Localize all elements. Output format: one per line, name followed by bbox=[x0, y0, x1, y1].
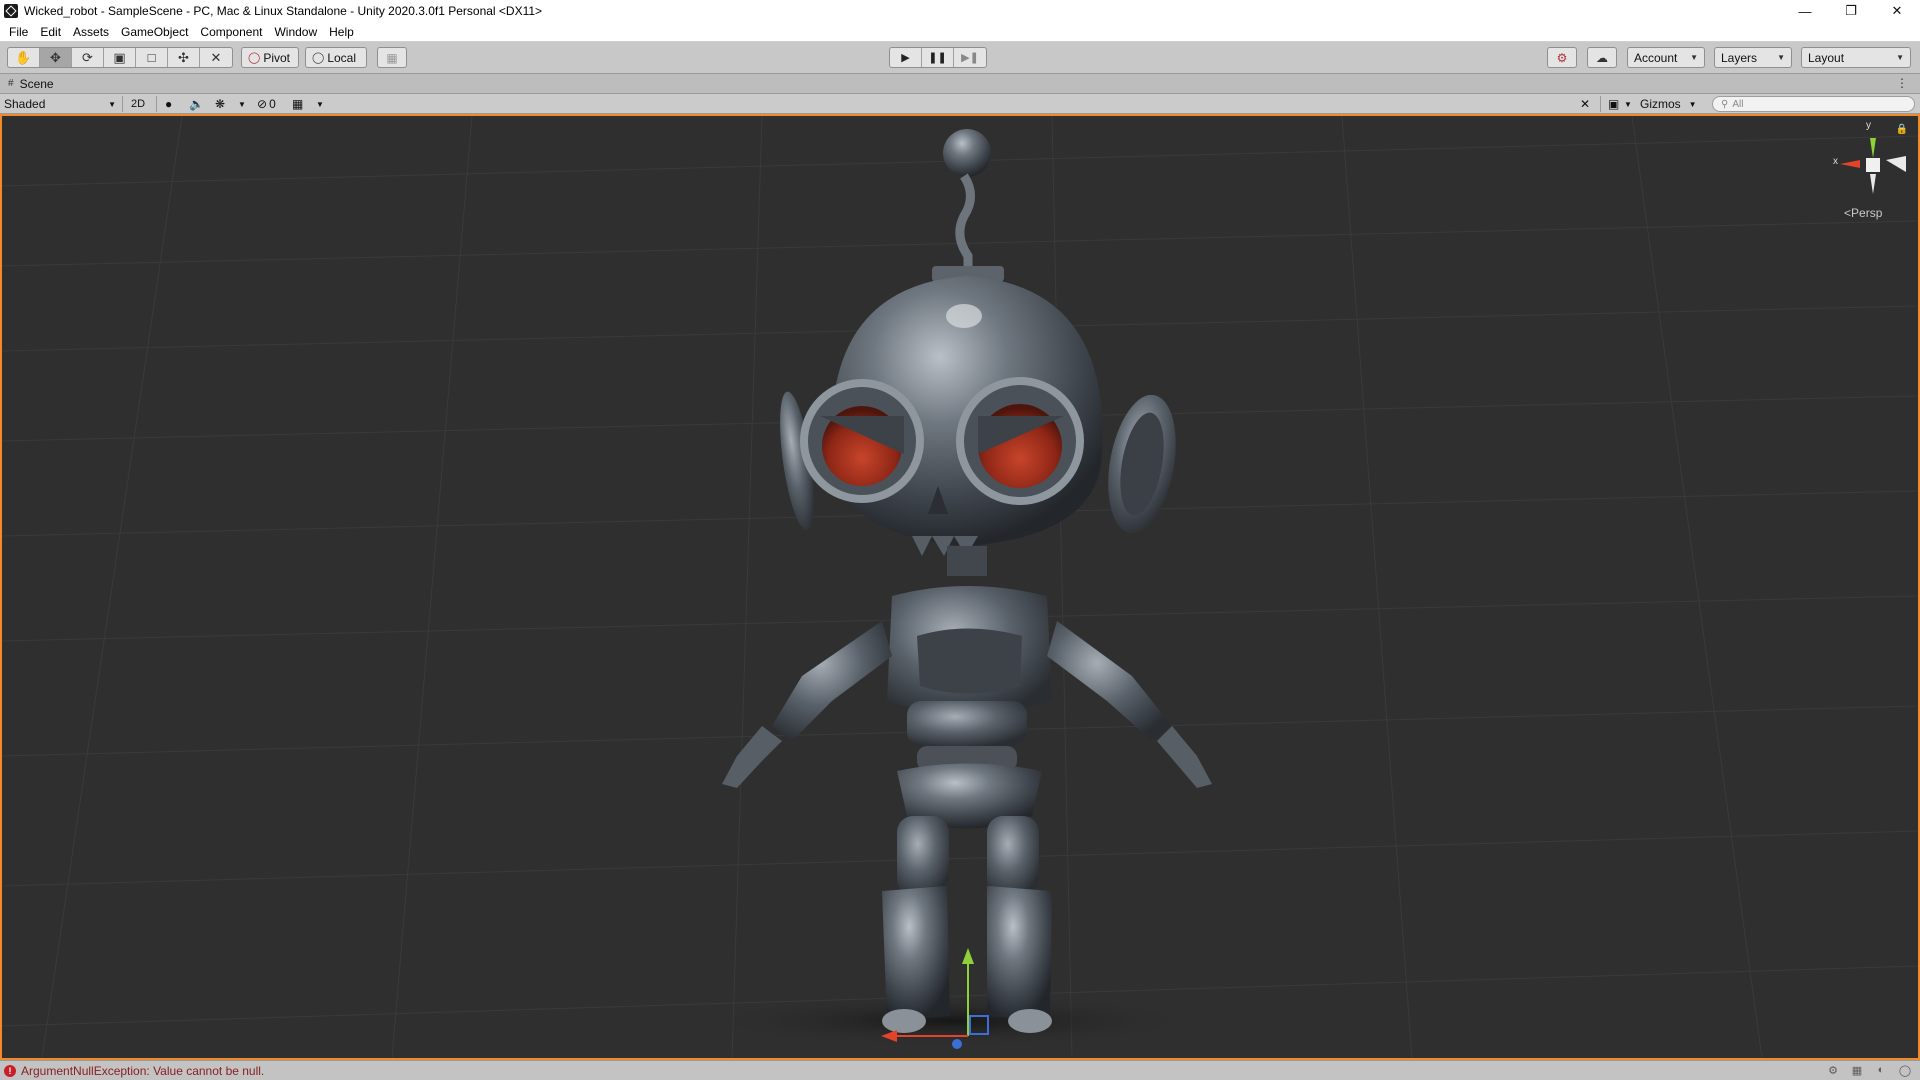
progress-icon[interactable]: ▦ bbox=[1850, 1063, 1864, 1077]
local-button[interactable]: ◯ Local bbox=[305, 47, 367, 68]
layout-label: Layout bbox=[1808, 50, 1845, 65]
shading-mode-label: Shaded bbox=[4, 97, 46, 111]
pivot-label: Pivot bbox=[263, 50, 290, 65]
rect-tool-icon[interactable]: □ bbox=[136, 48, 168, 67]
tab-scene-label: Scene bbox=[19, 76, 54, 91]
hidden-count: 0 bbox=[269, 97, 276, 111]
snap-increment-icon[interactable]: ▦ bbox=[377, 47, 407, 68]
chevron-down-icon: ▼ bbox=[1777, 53, 1785, 62]
shading-mode-dropdown[interactable]: Shaded ▼ bbox=[4, 95, 116, 113]
transform-tool-icon[interactable]: ✣ bbox=[168, 48, 200, 67]
tab-scene[interactable]: # Scene bbox=[0, 74, 62, 94]
layers-dropdown[interactable]: Layers ▼ bbox=[1714, 47, 1792, 68]
hand-tool-icon[interactable]: ✋ bbox=[8, 48, 40, 67]
unity-logo-icon bbox=[4, 4, 18, 18]
layout-dropdown[interactable]: Layout ▼ bbox=[1801, 47, 1911, 68]
local-label: Local bbox=[327, 50, 356, 65]
bug-icon[interactable]: ⚙ bbox=[1826, 1063, 1840, 1077]
main-toolbar: ✋ ✥ ⟳ ▣ □ ✣ ✕ ◯ Pivot ◯ Local ▦ ▶ ❚❚ ▶❚ … bbox=[0, 42, 1920, 74]
menu-window[interactable]: Window bbox=[268, 22, 323, 42]
error-icon: ! bbox=[4, 1064, 16, 1077]
eye-slash-icon: ⊘ bbox=[257, 97, 268, 111]
2d-label: 2D bbox=[131, 98, 146, 110]
status-icons: ⚙ ▦ ◐ ◯ bbox=[1826, 1063, 1912, 1077]
search-placeholder: All bbox=[1732, 98, 1744, 110]
search-icon: ⚲ bbox=[1721, 98, 1729, 110]
menu-component[interactable]: Component bbox=[194, 22, 268, 42]
scene-canvas bbox=[2, 116, 1918, 1058]
axis-y-label: y bbox=[1866, 120, 1871, 131]
auto-generate-lighting-icon[interactable]: ◐ bbox=[1874, 1063, 1888, 1077]
window-title: Wicked_robot - SampleScene - PC, Mac & L… bbox=[24, 4, 543, 18]
gizmos-label: Gizmos bbox=[1640, 97, 1681, 111]
divider bbox=[156, 96, 157, 112]
robot-model[interactable] bbox=[722, 129, 1212, 1033]
layers-label: Layers bbox=[1721, 50, 1758, 65]
chevron-left-icon: < bbox=[1844, 206, 1852, 220]
robot-shadow bbox=[702, 995, 1202, 1047]
scene-toolbar: Shaded ▼ 2D ● 🔈 ❋ ▼ ⊘ 0 ▦ ▼ ✕ ▣ ▼ Gizmos… bbox=[0, 94, 1920, 114]
scene-viewport[interactable]: y x 🔒 <Persp bbox=[0, 114, 1920, 1060]
scene-icon: # bbox=[8, 78, 14, 89]
menu-file[interactable]: File bbox=[3, 22, 34, 42]
custom-tool-icon[interactable]: ✕ bbox=[200, 48, 232, 67]
spinner-icon: ◯ bbox=[1898, 1064, 1912, 1077]
effects-toggle-icon[interactable]: ❋ bbox=[215, 95, 225, 113]
scene-tab-bar: # Scene ⋮ bbox=[0, 74, 1920, 94]
more-options-icon[interactable]: ⋮ bbox=[1896, 76, 1908, 90]
projection-label: Persp bbox=[1851, 206, 1883, 220]
2d-toggle-button[interactable]: 2D bbox=[131, 95, 145, 113]
axis-x-label: x bbox=[1833, 156, 1838, 167]
collab-icon[interactable]: ⚙ bbox=[1547, 47, 1577, 68]
playback-controls: ▶ ❚❚ ▶❚ bbox=[889, 47, 987, 68]
title-bar: Wicked_robot - SampleScene - PC, Mac & L… bbox=[0, 0, 1920, 22]
cloud-icon[interactable]: ☁ bbox=[1587, 47, 1617, 68]
window-controls: — ❐ ✕ bbox=[1782, 0, 1920, 22]
minimize-icon[interactable]: — bbox=[1782, 0, 1828, 22]
divider bbox=[122, 96, 123, 112]
lock-icon[interactable]: 🔒 bbox=[1896, 124, 1908, 135]
menu-gameobject[interactable]: GameObject bbox=[115, 22, 194, 42]
scene-search-input[interactable]: ⚲ All bbox=[1712, 96, 1915, 112]
grid-toggle-icon[interactable]: ▦ bbox=[292, 95, 303, 113]
chevron-down-icon: ▼ bbox=[1688, 99, 1697, 109]
menu-bar: File Edit Assets GameObject Component Wi… bbox=[0, 22, 1920, 42]
orientation-gizmo[interactable] bbox=[1840, 138, 1906, 194]
lighting-toggle-icon[interactable]: ● bbox=[165, 95, 172, 113]
scale-tool-icon[interactable]: ▣ bbox=[104, 48, 136, 67]
menu-assets[interactable]: Assets bbox=[67, 22, 115, 42]
pivot-icon: ◯ bbox=[248, 52, 261, 64]
audio-toggle-icon[interactable]: 🔈 bbox=[189, 95, 204, 113]
pause-icon[interactable]: ❚❚ bbox=[922, 48, 954, 67]
restore-icon[interactable]: ❐ bbox=[1828, 0, 1874, 22]
chevron-down-icon[interactable]: ▼ bbox=[1624, 95, 1632, 113]
chevron-down-icon: ▼ bbox=[108, 99, 116, 109]
pivot-button[interactable]: ◯ Pivot bbox=[241, 47, 299, 68]
chevron-down-icon[interactable]: ▼ bbox=[238, 95, 246, 113]
status-bar: ! ArgumentNullException: Value cannot be… bbox=[0, 1060, 1920, 1080]
account-dropdown[interactable]: Account ▼ bbox=[1627, 47, 1705, 68]
menu-edit[interactable]: Edit bbox=[34, 22, 67, 42]
divider bbox=[1600, 96, 1601, 112]
transform-tools: ✋ ✥ ⟳ ▣ □ ✣ ✕ bbox=[7, 47, 233, 68]
gizmos-dropdown[interactable]: Gizmos ▼ bbox=[1640, 95, 1697, 113]
step-icon[interactable]: ▶❚ bbox=[954, 48, 986, 67]
close-icon[interactable]: ✕ bbox=[1874, 0, 1920, 22]
tools-icon[interactable]: ✕ bbox=[1580, 95, 1590, 113]
camera-icon[interactable]: ▣ bbox=[1608, 95, 1619, 113]
play-icon[interactable]: ▶ bbox=[890, 48, 922, 67]
console-error-message[interactable]: ArgumentNullException: Value cannot be n… bbox=[21, 1064, 264, 1078]
projection-toggle[interactable]: <Persp bbox=[1844, 206, 1882, 220]
local-icon: ◯ bbox=[312, 52, 325, 64]
chevron-down-icon[interactable]: ▼ bbox=[316, 95, 324, 113]
hidden-objects-toggle[interactable]: ⊘ 0 bbox=[257, 95, 276, 113]
chevron-down-icon: ▼ bbox=[1896, 53, 1904, 62]
account-label: Account bbox=[1634, 50, 1678, 65]
menu-help[interactable]: Help bbox=[323, 22, 360, 42]
rotate-tool-icon[interactable]: ⟳ bbox=[72, 48, 104, 67]
move-tool-icon[interactable]: ✥ bbox=[40, 48, 72, 67]
chevron-down-icon: ▼ bbox=[1690, 53, 1698, 62]
